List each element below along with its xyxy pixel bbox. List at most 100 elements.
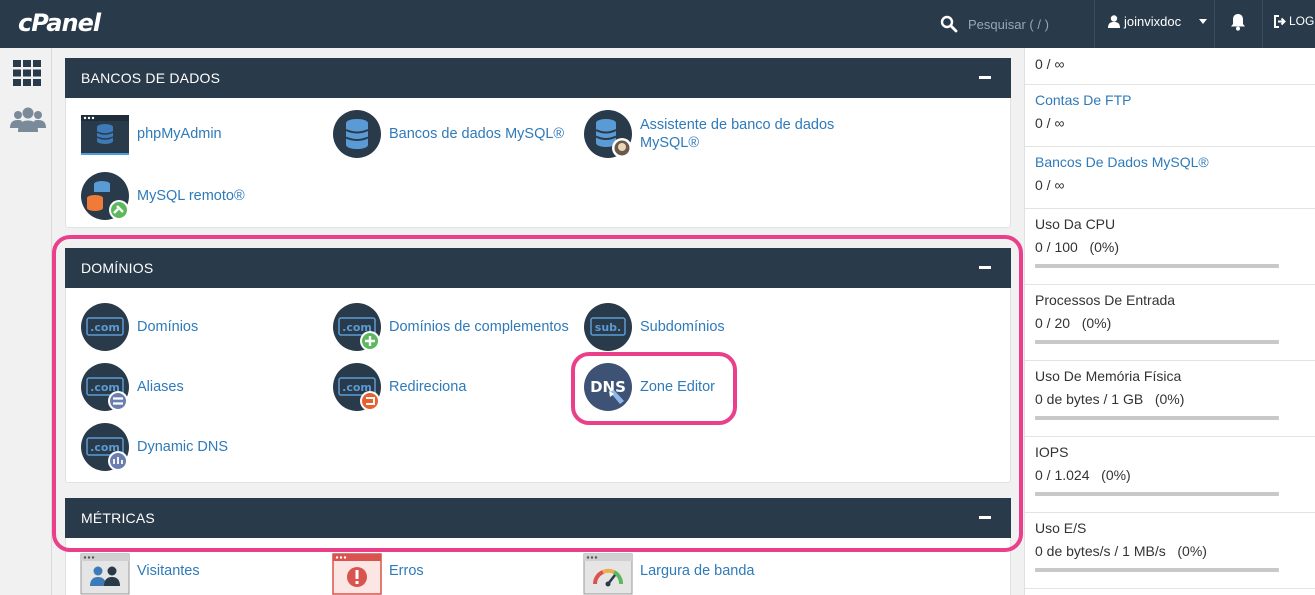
item-label: MySQL remoto® (137, 188, 245, 204)
collapse-icon[interactable] (979, 266, 991, 269)
dns-zone-editor-icon: DNS (584, 363, 632, 411)
stat-value: 0 / ∞ (1035, 177, 1065, 193)
stat-value: 0 / ∞ (1035, 115, 1065, 131)
stats-sidebar: 0 / ∞ Contas De FTP 0 / ∞ Bancos De Dado… (1024, 48, 1315, 595)
item-label: Redireciona (389, 379, 467, 395)
username: joinvixdoc (1124, 14, 1182, 29)
stat-row-ftp-accounts: Contas De FTP 0 / ∞ (1025, 85, 1315, 147)
item-visitors[interactable]: Visitantes (80, 546, 200, 595)
stat-row-io-usage: Uso E/S 0 de bytes/s / 1 MB/s (0%) (1025, 513, 1315, 589)
section-title: BANCOS DE DADOS (81, 70, 221, 86)
search-icon[interactable] (940, 15, 958, 33)
usage-bar (1035, 416, 1279, 420)
stat-value: 0 / ∞ (1035, 56, 1065, 72)
item-label: phpMyAdmin (137, 126, 222, 142)
stat-row: 0 / ∞ (1025, 48, 1315, 85)
item-aliases[interactable]: .com Aliases (80, 362, 184, 412)
section-header-databases[interactable]: BANCOS DE DADOS (65, 58, 1011, 98)
stat-value: 0 de bytes / 1 GB (0%) (1035, 391, 1185, 407)
main-content: BANCOS DE DADOS phpMyAdmin Bancos de dad… (65, 48, 1011, 595)
collapse-icon[interactable] (979, 516, 991, 519)
usage-bar (1035, 492, 1279, 496)
stat-label: Processos De Entrada (1035, 292, 1176, 308)
stat-row-mysql-databases: Bancos De Dados MySQL® 0 / ∞ (1025, 147, 1315, 209)
users-icon[interactable] (10, 106, 46, 134)
user-menu[interactable]: joinvixdoc (1108, 14, 1208, 29)
redirects-icon: .com (333, 363, 381, 411)
cpanel-logo[interactable]: cPanel (18, 9, 101, 37)
left-rail (0, 48, 52, 595)
item-phpmyadmin[interactable]: phpMyAdmin (80, 109, 222, 159)
item-subdomains[interactable]: sub. Subdomínios (583, 302, 725, 352)
search-input[interactable] (968, 16, 1098, 32)
svg-text:.com: .com (90, 321, 120, 334)
remote-mysql-icon (81, 172, 129, 220)
visitors-icon (80, 553, 130, 595)
section-body-domains: .com Domínios .com Domínios de complemen… (65, 288, 1011, 483)
stat-row-physical-memory: Uso De Memória Física 0 de bytes / 1 GB … (1025, 361, 1315, 437)
divider (1214, 0, 1215, 48)
item-errors[interactable]: Erros (332, 546, 424, 595)
apps-grid-icon[interactable] (13, 60, 41, 86)
item-mysql-wizard[interactable]: Assistente de banco de dados MySQL® (583, 109, 843, 159)
item-label: Domínios (137, 319, 199, 335)
mysql-wizard-icon (584, 110, 632, 158)
svg-text:DNS: DNS (590, 378, 626, 396)
item-redirects[interactable]: .com Redireciona (332, 362, 466, 412)
item-label: Dynamic DNS (137, 439, 229, 455)
section-header-domains[interactable]: DOMÍNIOS (65, 248, 1011, 288)
mysql-databases-icon (333, 110, 381, 158)
stat-row-entry-processes: Processos De Entrada 0 / 20 (0%) (1025, 285, 1315, 361)
dynamic-dns-icon: .com (81, 423, 129, 471)
item-mysql-databases[interactable]: Bancos de dados MySQL® (332, 109, 564, 159)
stat-label: Uso E/S (1035, 520, 1087, 536)
stat-link-ftp-accounts[interactable]: Contas De FTP (1035, 92, 1315, 108)
section-title: MÉTRICAS (81, 510, 155, 526)
usage-bar (1035, 264, 1279, 268)
usage-bar (1035, 568, 1279, 572)
section-body-metrics: Visitantes Erros Largura de banda (65, 538, 1011, 595)
stat-link-mysql-databases[interactable]: Bancos De Dados MySQL® (1035, 154, 1315, 170)
top-bar: cPanel joinvixdoc LOG (0, 0, 1315, 48)
item-label: Aliases (137, 379, 184, 395)
stat-row-cpu: Uso Da CPU 0 / 100 (0%) (1025, 209, 1315, 285)
domains-icon: .com (81, 303, 129, 351)
bandwidth-icon (583, 553, 633, 595)
item-zone-editor[interactable]: DNS Zone Editor (583, 362, 715, 412)
phpmyadmin-icon (81, 115, 129, 155)
item-dynamic-dns[interactable]: .com Dynamic DNS (80, 422, 228, 472)
chevron-down-icon (1199, 19, 1208, 24)
stat-value: 0 / 100 (0%) (1035, 239, 1120, 255)
addon-domains-icon: .com (333, 303, 381, 351)
search-box[interactable] (940, 12, 1098, 36)
stat-value: 0 de bytes/s / 1 MB/s (0%) (1035, 543, 1207, 559)
stat-label: Uso Da CPU (1035, 216, 1116, 232)
item-label: Zone Editor (640, 379, 715, 395)
svg-text:sub.: sub. (595, 321, 621, 334)
user-icon (1108, 15, 1120, 28)
item-label: Visitantes (137, 563, 200, 579)
stat-label: Uso De Memória Física (1035, 368, 1182, 384)
item-addon-domains[interactable]: .com Domínios de complementos (332, 302, 569, 352)
collapse-icon[interactable] (979, 76, 991, 79)
logout-button[interactable]: LOG (1274, 14, 1314, 28)
stat-row-iops: IOPS 0 / 1.024 (0%) (1025, 437, 1315, 513)
subdomains-icon: sub. (584, 303, 632, 351)
section-title: DOMÍNIOS (81, 260, 154, 276)
item-label: Largura de banda (640, 563, 755, 579)
item-domains[interactable]: .com Domínios (80, 302, 198, 352)
section-body-databases: phpMyAdmin Bancos de dados MySQL® Assist… (65, 98, 1011, 228)
bell-icon[interactable] (1230, 13, 1246, 31)
item-label: Domínios de complementos (389, 319, 569, 335)
item-label: Assistente de banco de dados MySQL® (640, 117, 835, 151)
usage-bar (1035, 340, 1279, 344)
item-label: Bancos de dados MySQL® (389, 126, 565, 142)
divider (1262, 0, 1263, 48)
section-header-metrics[interactable]: MÉTRICAS (65, 498, 1011, 538)
stat-label: IOPS (1035, 444, 1069, 460)
item-label: Erros (389, 563, 424, 579)
logout-icon (1274, 14, 1286, 28)
stat-value: 0 / 20 (0%) (1035, 315, 1112, 331)
item-bandwidth[interactable]: Largura de banda (583, 546, 755, 595)
item-remote-mysql[interactable]: MySQL remoto® (80, 171, 245, 221)
